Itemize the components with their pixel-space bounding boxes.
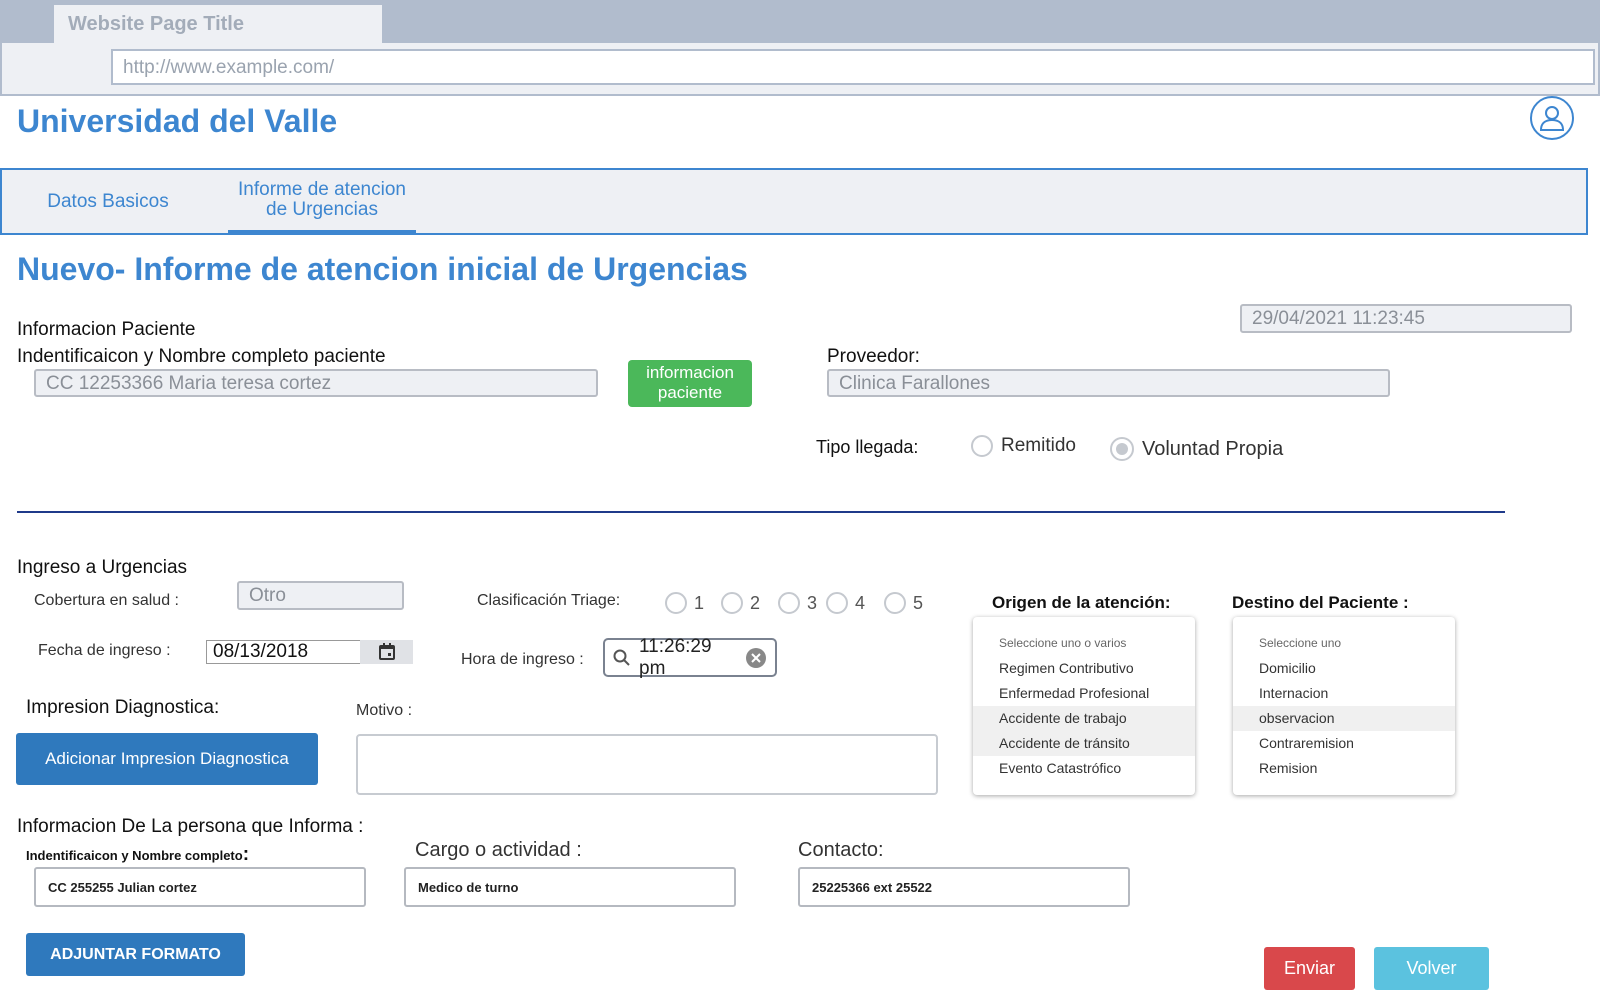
patient-info-button-line1: informacion bbox=[646, 363, 734, 382]
origin-option[interactable]: Accidente de trabajo bbox=[973, 706, 1195, 731]
role-label: Cargo o actividad : bbox=[415, 839, 582, 861]
destination-option[interactable]: Contraremision bbox=[1233, 731, 1455, 756]
origin-title: Origen de la atención: bbox=[992, 593, 1171, 612]
browser-chrome: Website Page Title http://www.example.co… bbox=[0, 0, 1600, 96]
destination-option[interactable]: Domicilio bbox=[1233, 656, 1455, 681]
admission-section-title: Ingreso a Urgencias bbox=[17, 557, 188, 578]
triage-option-3[interactable]: 3 bbox=[778, 592, 817, 614]
arrival-type-label: Tipo llegada: bbox=[816, 437, 919, 457]
admission-time-label: Hora de ingreso : bbox=[461, 651, 584, 668]
time-value: 11:26:29 pm bbox=[639, 635, 712, 679]
attach-format-button[interactable]: ADJUNTAR FORMATO bbox=[26, 933, 245, 976]
origin-option[interactable]: Evento Catastrófico bbox=[973, 756, 1195, 781]
radio-label: Voluntad Propia bbox=[1142, 437, 1284, 460]
tab-label: Datos Basicos bbox=[47, 190, 169, 212]
triage-value: 3 bbox=[807, 592, 818, 613]
user-icon bbox=[1539, 106, 1565, 131]
provider-field[interactable]: Clinica Farallones bbox=[827, 369, 1390, 397]
contact-field[interactable]: 25225366 ext 25522 bbox=[798, 867, 1130, 907]
send-button[interactable]: Enviar bbox=[1264, 947, 1355, 990]
radio-circle bbox=[971, 435, 993, 457]
user-profile-button[interactable] bbox=[1530, 96, 1574, 140]
origin-hint: Seleccione uno o varios bbox=[999, 636, 1127, 650]
radio-voluntad-propia[interactable]: Voluntad Propia bbox=[1110, 437, 1283, 461]
search-icon bbox=[613, 649, 630, 666]
browser-tab[interactable]: Website Page Title bbox=[54, 5, 382, 43]
section-divider bbox=[17, 511, 1505, 513]
coverage-field[interactable]: Otro bbox=[237, 581, 404, 610]
triage-value: 1 bbox=[694, 592, 705, 613]
radio-circle bbox=[826, 592, 848, 614]
triage-label: Clasificación Triage: bbox=[477, 592, 621, 609]
destination-listbox[interactable]: Seleccione uno Domicilio Internacion obs… bbox=[1233, 617, 1455, 795]
origin-option[interactable]: Enfermedad Profesional bbox=[973, 681, 1195, 706]
radio-label: Remitido bbox=[1001, 435, 1076, 456]
triage-option-2[interactable]: 2 bbox=[721, 592, 760, 614]
triage-option-4[interactable]: 4 bbox=[826, 592, 865, 614]
informant-id-field[interactable]: CC 255255 Julian cortez bbox=[34, 867, 366, 907]
timestamp-field: 29/04/2021 11:23:45 bbox=[1240, 304, 1572, 333]
destination-hint: Seleccione uno bbox=[1259, 636, 1342, 650]
page-title: Nuevo- Informe de atencion inicial de Ur… bbox=[17, 251, 748, 287]
informant-id-label-text: Indentificaicon y Nombre completo bbox=[26, 848, 243, 863]
tab-informe-urgencias[interactable]: Informe de atencion de Urgencias bbox=[228, 170, 416, 233]
radio-circle bbox=[884, 592, 906, 614]
url-bar[interactable]: http://www.example.com/ bbox=[111, 49, 1595, 85]
triage-value: 4 bbox=[855, 592, 866, 613]
tab-label: Informe de atencion de Urgencias bbox=[238, 180, 406, 220]
main-nav: Datos Basicos Informe de atencion de Urg… bbox=[0, 168, 1588, 235]
patient-section-title: Informacion Paciente bbox=[17, 319, 196, 340]
contact-label: Contacto: bbox=[798, 839, 884, 861]
admission-time-input[interactable]: 11:26:29 pm bbox=[603, 635, 777, 679]
provider-label: Proveedor: bbox=[827, 346, 920, 367]
brand-title: Universidad del Valle bbox=[17, 103, 338, 139]
diagnosis-label: Impresion Diagnostica: bbox=[26, 697, 220, 718]
clear-button[interactable] bbox=[745, 647, 767, 669]
destination-option[interactable]: observacion bbox=[1233, 706, 1455, 731]
destination-title: Destino del Paciente : bbox=[1232, 593, 1409, 612]
tab-datos-basicos[interactable]: Datos Basicos bbox=[20, 170, 196, 233]
patient-info-button-line2: paciente bbox=[657, 383, 723, 402]
informant-section-title: Informacion De La persona que Informa : bbox=[17, 816, 364, 837]
destination-option[interactable]: Remision bbox=[1233, 756, 1455, 781]
destination-option[interactable]: Internacion bbox=[1233, 681, 1455, 706]
role-field[interactable]: Medico de turno bbox=[404, 867, 736, 907]
patient-info-button[interactable]: informacion paciente bbox=[628, 360, 752, 407]
radio-circle bbox=[665, 592, 687, 614]
triage-value: 5 bbox=[913, 592, 924, 613]
patient-id-label: Indentificaicon y Nombre completo pacien… bbox=[17, 346, 386, 367]
radio-circle bbox=[778, 592, 800, 614]
reason-textarea[interactable] bbox=[356, 734, 938, 795]
patient-id-field[interactable]: CC 12253366 Maria teresa cortez bbox=[34, 369, 598, 397]
reason-label: Motivo : bbox=[356, 702, 413, 719]
origin-option[interactable]: Accidente de tránsito bbox=[973, 731, 1195, 756]
back-button[interactable]: Volver bbox=[1374, 947, 1489, 990]
triage-option-1[interactable]: 1 bbox=[665, 592, 704, 614]
add-diagnosis-button[interactable]: Adicionar Impresion Diagnostica bbox=[16, 733, 318, 785]
date-picker-button[interactable] bbox=[360, 640, 413, 664]
origin-listbox[interactable]: Seleccione uno o varios Regimen Contribu… bbox=[973, 617, 1195, 795]
radio-circle bbox=[721, 592, 743, 614]
admission-date-label: Fecha de ingreso : bbox=[38, 642, 171, 659]
calendar-icon bbox=[378, 643, 395, 660]
coverage-label: Cobertura en salud : bbox=[34, 592, 179, 609]
clear-icon bbox=[746, 647, 766, 668]
origin-option[interactable]: Regimen Contributivo bbox=[973, 656, 1195, 681]
tab-label-line2: de Urgencias bbox=[266, 199, 378, 220]
radio-remitido[interactable]: Remitido bbox=[971, 435, 1076, 457]
informant-id-label-colon: : bbox=[242, 844, 250, 865]
tab-label-line1: Informe de atencion bbox=[238, 179, 406, 200]
triage-option-5[interactable]: 5 bbox=[884, 592, 923, 614]
informant-id-label: Indentificaicon y Nombre completo: bbox=[26, 844, 249, 866]
browser-toolbar: http://www.example.com/ bbox=[0, 43, 1600, 96]
triage-value: 2 bbox=[750, 592, 761, 613]
radio-circle-checked bbox=[1110, 437, 1134, 461]
